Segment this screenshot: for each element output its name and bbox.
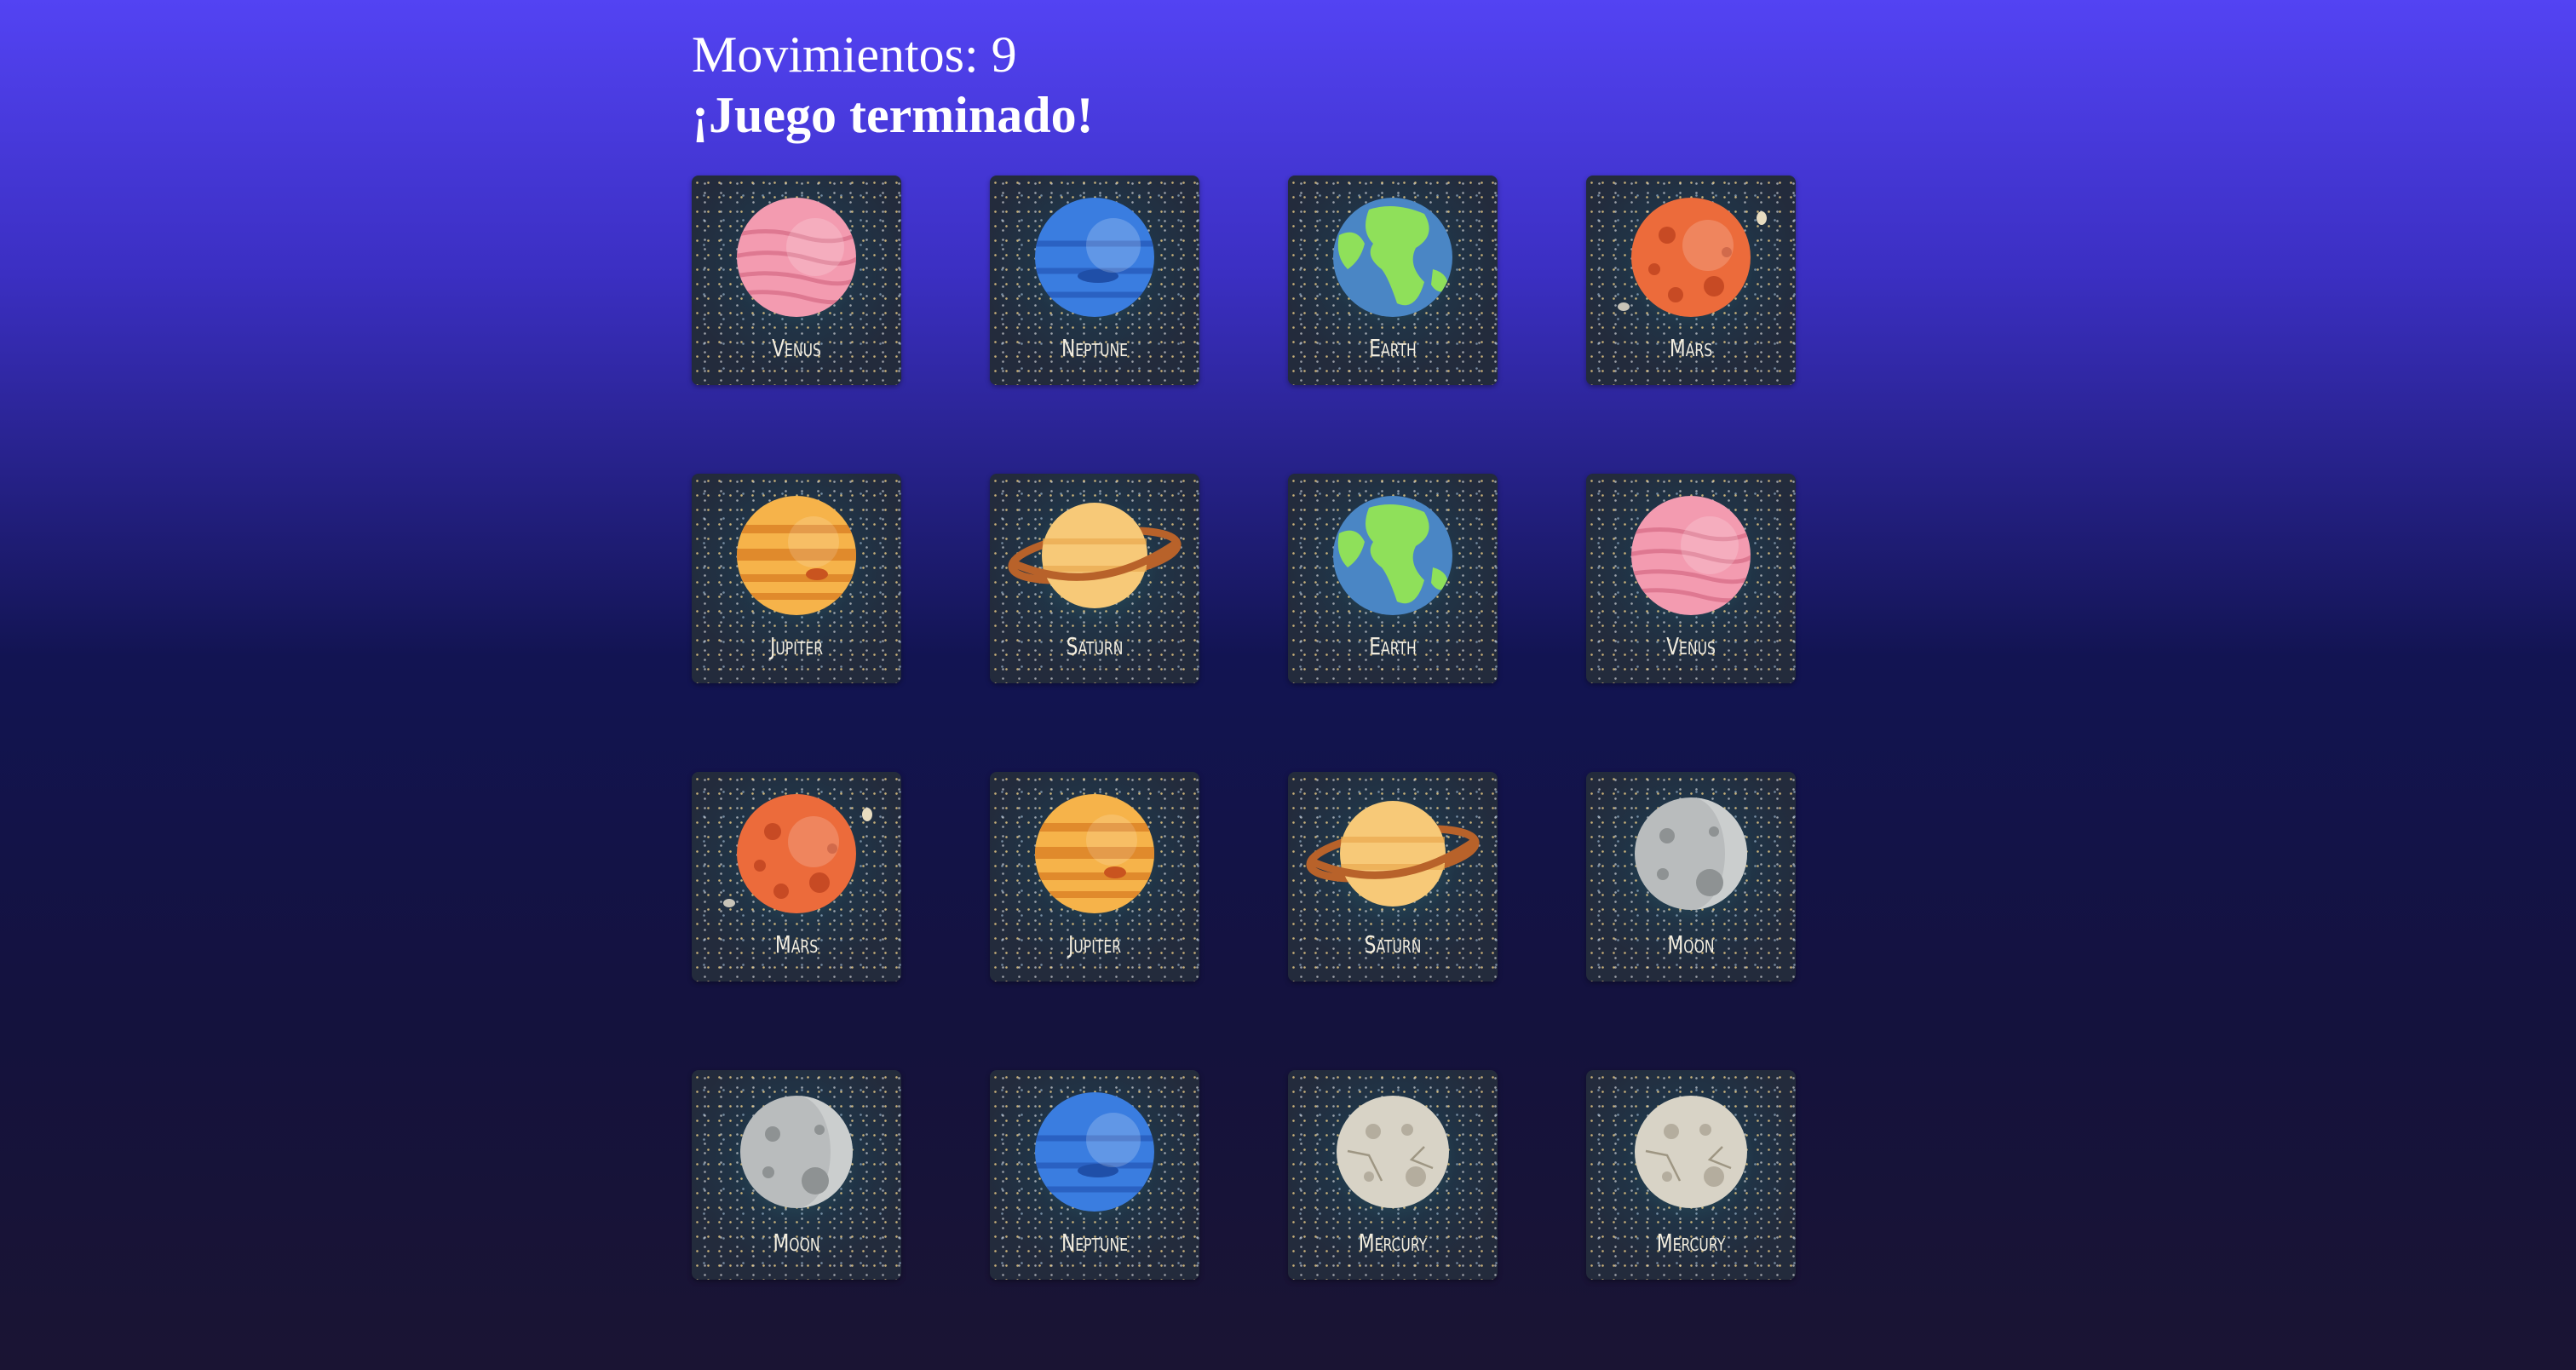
card-label: Saturn xyxy=(1364,930,1422,958)
card-label: Moon xyxy=(773,1229,820,1257)
memory-card[interactable]: Earth xyxy=(1288,474,1498,683)
memory-card[interactable]: Mars xyxy=(692,772,901,981)
card-label: Earth xyxy=(1369,632,1417,660)
card-label: Mars xyxy=(1669,334,1713,362)
memory-card[interactable]: Jupiter xyxy=(692,474,901,683)
memory-card[interactable]: Neptune xyxy=(990,176,1199,385)
card-label: Earth xyxy=(1369,334,1417,362)
memory-card[interactable]: Venus xyxy=(1586,474,1796,683)
card-label: Venus xyxy=(772,334,821,362)
card-label: Neptune xyxy=(1061,334,1129,362)
memory-card[interactable]: Earth xyxy=(1288,176,1498,385)
card-label: Neptune xyxy=(1061,1229,1129,1257)
memory-card[interactable]: Mercury xyxy=(1586,1070,1796,1280)
memory-card[interactable]: Mars xyxy=(1586,176,1796,385)
card-grid: Venus Neptune Earth Mars Jupiter Saturn … xyxy=(692,176,1796,1280)
card-label: Venus xyxy=(1666,632,1716,660)
memory-card[interactable]: Jupiter xyxy=(990,772,1199,981)
game-status: ¡Juego terminado! xyxy=(692,87,1094,143)
card-label: Mercury xyxy=(1656,1229,1726,1257)
memory-card[interactable]: Moon xyxy=(1586,772,1796,981)
card-label: Saturn xyxy=(1066,632,1124,660)
memory-card[interactable]: Mercury xyxy=(1288,1070,1498,1280)
memory-card[interactable]: Saturn xyxy=(990,474,1199,683)
memory-card[interactable]: Saturn xyxy=(1288,772,1498,981)
memory-card[interactable]: Venus xyxy=(692,176,901,385)
header: Movimientos: 9 ¡Juego terminado! xyxy=(692,22,1094,143)
memory-card[interactable]: Neptune xyxy=(990,1070,1199,1280)
memory-card[interactable]: Moon xyxy=(692,1070,901,1280)
card-label: Moon xyxy=(1667,930,1715,958)
card-label: Jupiter xyxy=(769,632,824,660)
card-label: Mercury xyxy=(1358,1229,1428,1257)
moves-counter: Movimientos: 9 xyxy=(692,26,1017,83)
card-label: Mars xyxy=(774,930,819,958)
card-label: Jupiter xyxy=(1067,930,1122,958)
